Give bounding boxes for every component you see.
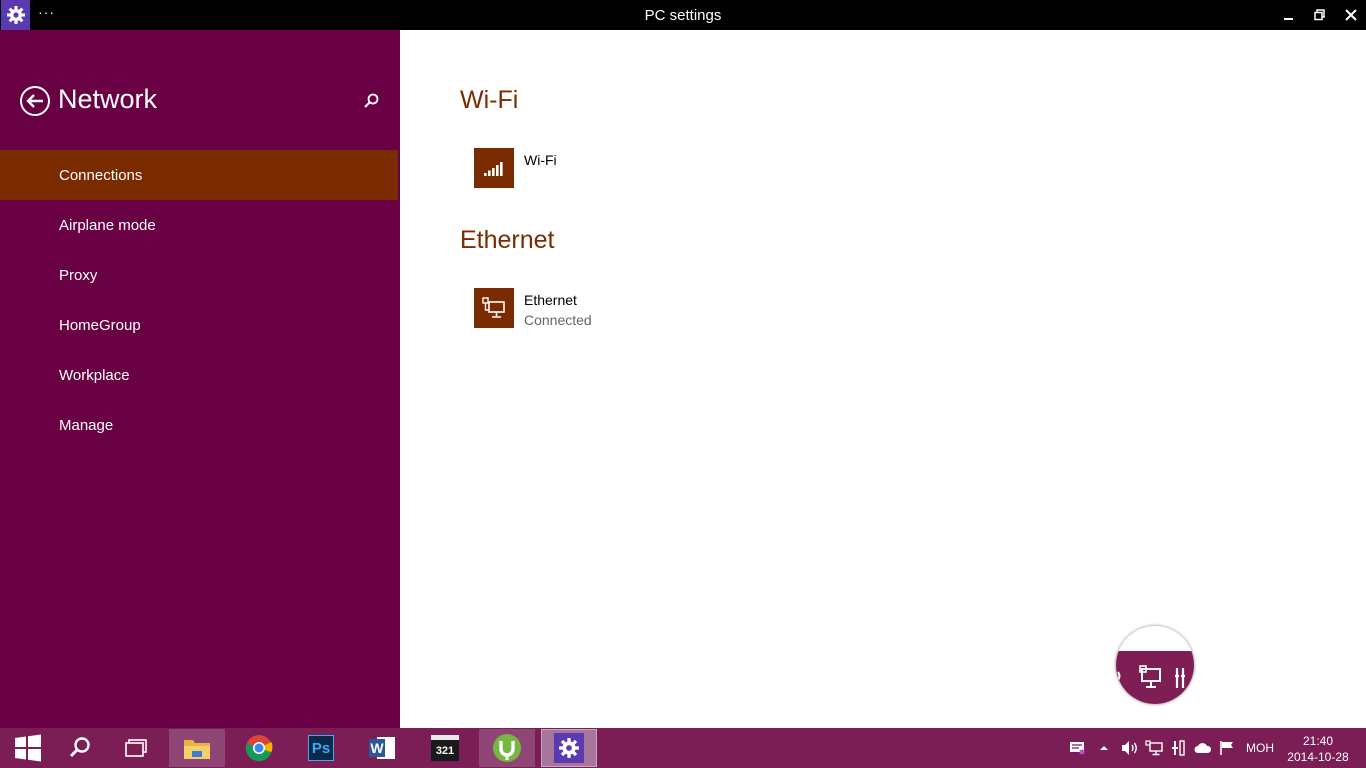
photoshop-icon[interactable]: Ps xyxy=(293,729,349,767)
taskbar: Ps W 321 МОН 21:40 2014-10-28 xyxy=(0,728,1366,768)
settings-gear-icon[interactable] xyxy=(541,729,597,767)
file-explorer-icon[interactable] xyxy=(169,729,225,767)
media-player-classic-icon[interactable]: 321 xyxy=(417,729,473,767)
word-icon[interactable]: W xyxy=(355,729,411,767)
utorrent-icon[interactable] xyxy=(479,729,535,767)
task-view-icon[interactable] xyxy=(108,728,164,768)
network-name: Wi-Fi xyxy=(524,152,557,168)
show-hidden-icons-button[interactable] xyxy=(1095,739,1113,757)
action-center-icon[interactable] xyxy=(1068,739,1086,757)
section-title-ethernet: Ethernet xyxy=(460,226,555,254)
page-title: Network xyxy=(58,84,158,114)
sidebar-item-workplace[interactable]: Workplace xyxy=(0,350,398,400)
sidebar-item-homegroup[interactable]: HomeGroup xyxy=(0,300,398,350)
input-language-indicator[interactable]: МОН xyxy=(1246,741,1274,755)
sidebar-item-proxy[interactable]: Proxy xyxy=(0,250,398,300)
wifi-signal-icon xyxy=(474,148,514,188)
network-name: Ethernet xyxy=(524,292,577,308)
sidebar-item-connections[interactable]: Connections xyxy=(0,150,398,200)
minimize-button[interactable] xyxy=(1274,0,1304,30)
volume-icon[interactable] xyxy=(1121,739,1139,757)
main-content: Wi-Fi Wi-Fi Ethernet Ethernet Connected xyxy=(400,30,1366,728)
sidebar-item-label: Connections xyxy=(59,166,143,184)
windows-start-icon[interactable] xyxy=(0,728,56,768)
clock-date: 2014-10-28 xyxy=(1287,750,1349,764)
flag-icon[interactable] xyxy=(1218,739,1236,757)
ethernet-icon xyxy=(474,288,514,328)
network-status: Connected xyxy=(524,312,592,328)
title-bar: ··· PC settings xyxy=(0,0,1366,30)
close-button[interactable] xyxy=(1336,0,1366,30)
clock-time: 21:40 xyxy=(1302,734,1334,748)
sidebar-item-label: Airplane mode xyxy=(59,216,156,234)
sidebar-item-label: Workplace xyxy=(59,366,130,384)
chrome-icon[interactable] xyxy=(231,729,287,767)
sidebar-item-label: Proxy xyxy=(59,266,98,284)
sidebar-item-manage[interactable]: Manage xyxy=(0,400,398,450)
sidebar: Network Connections Airplane mode Proxy … xyxy=(0,30,400,728)
onedrive-cloud-icon[interactable] xyxy=(1194,739,1212,757)
search-icon[interactable] xyxy=(52,728,108,768)
power-plug-icon[interactable] xyxy=(1170,739,1188,757)
restore-button[interactable] xyxy=(1305,0,1335,30)
sidebar-item-label: HomeGroup xyxy=(59,316,141,334)
magnifier-lens xyxy=(1116,626,1194,704)
sidebar-item-airplane-mode[interactable]: Airplane mode xyxy=(0,200,398,250)
network-ethernet-icon[interactable] xyxy=(1145,739,1163,757)
media-player-label: 321 xyxy=(431,735,459,761)
photoshop-label: Ps xyxy=(308,735,334,761)
window-title: PC settings xyxy=(644,7,722,24)
section-title-wifi: Wi-Fi xyxy=(460,86,519,114)
sidebar-item-label: Manage xyxy=(59,416,114,434)
word-label: W xyxy=(369,739,385,757)
back-arrow-icon[interactable] xyxy=(19,85,51,117)
search-icon[interactable] xyxy=(362,92,380,110)
